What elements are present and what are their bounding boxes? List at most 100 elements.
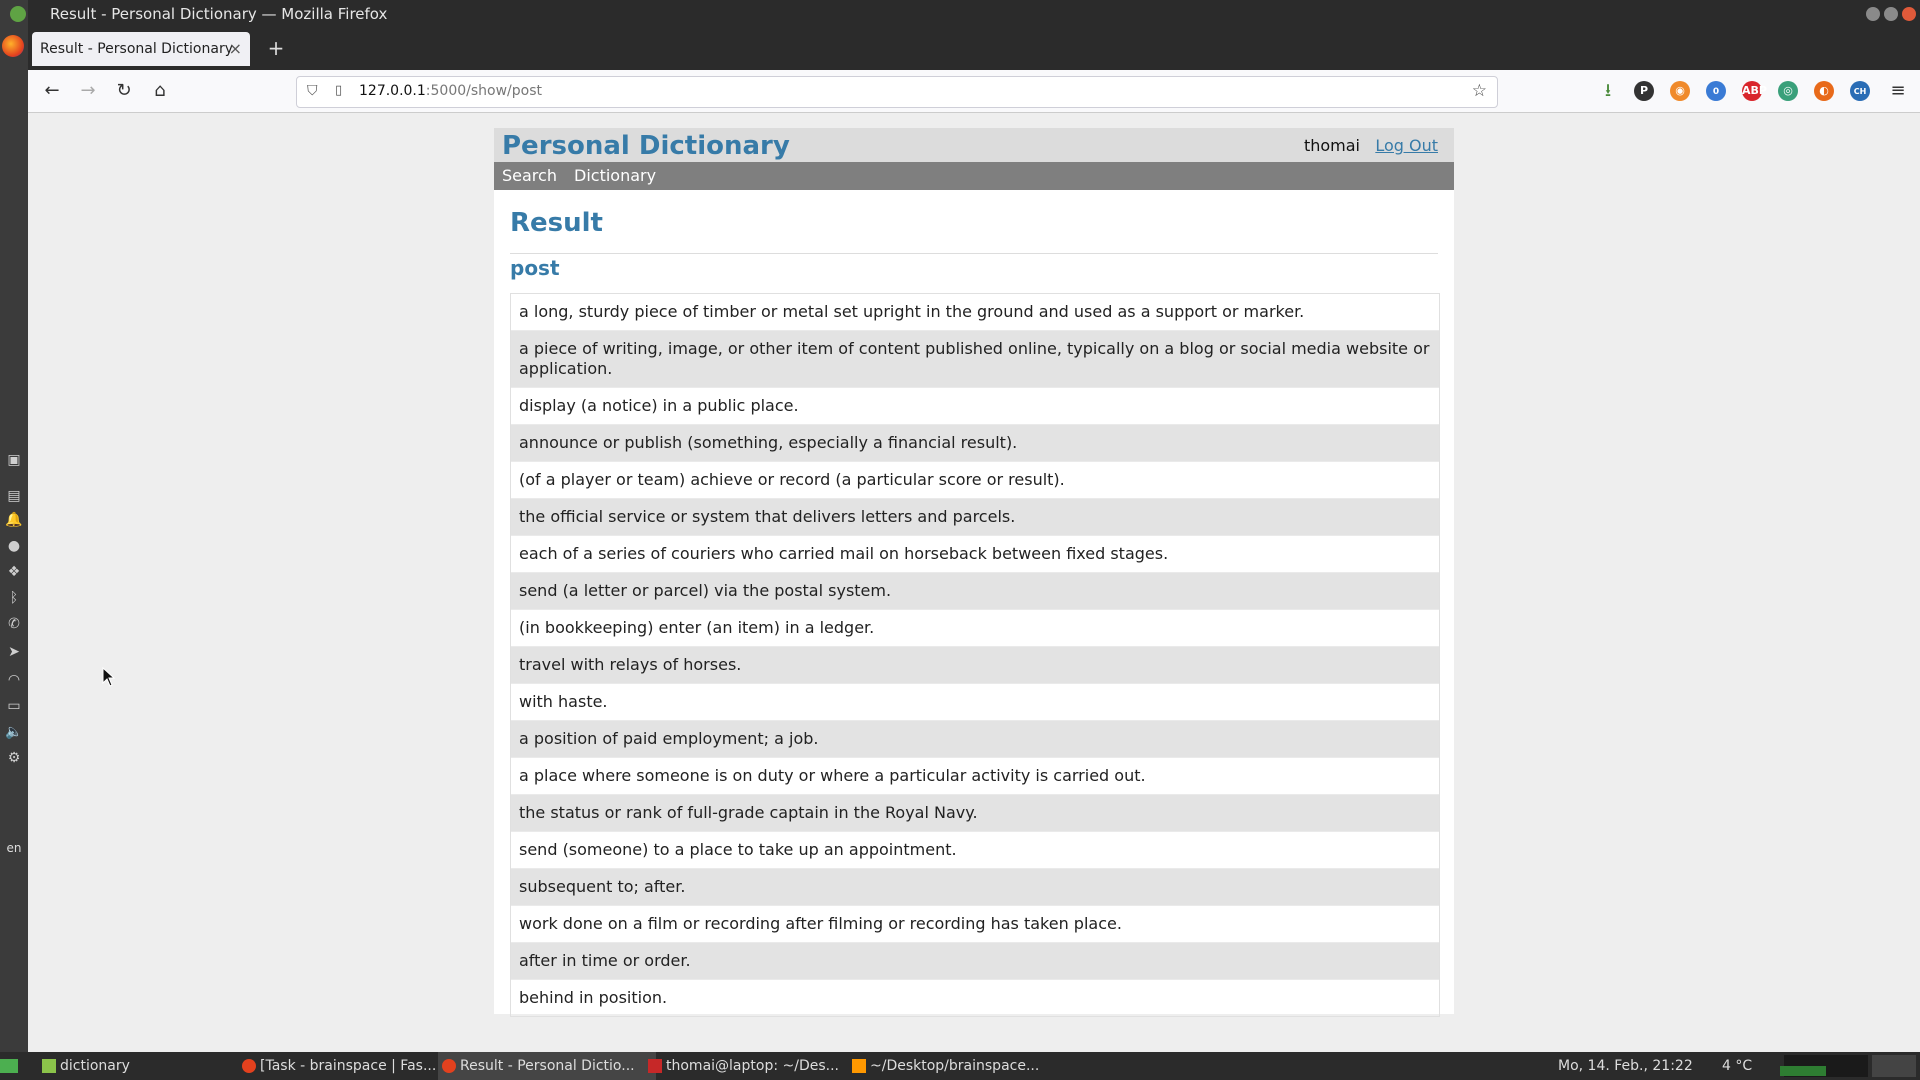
- divider: [510, 253, 1438, 254]
- taskbar-app-terminal[interactable]: thomai@laptop: ~/Des...: [644, 1052, 862, 1080]
- definition-item: send (someone) to a place to take up an …: [511, 832, 1439, 869]
- page-title: Result: [510, 208, 603, 238]
- tab-label: Result - Personal Dictionary: [40, 41, 233, 57]
- sublime-icon: [852, 1059, 866, 1073]
- extension-ch-icon[interactable]: CH: [1850, 81, 1870, 101]
- nav-dictionary-link[interactable]: Dictionary: [574, 166, 656, 185]
- weather[interactable]: 4 °C: [1722, 1052, 1752, 1080]
- forward-icon[interactable]: →: [76, 79, 100, 103]
- app-menu-icon[interactable]: [10, 6, 26, 22]
- mouse-cursor-icon: [102, 667, 116, 687]
- desktop-dock: ▣ ▤ 🔔 ● ❖ ᛒ ✆ ➤ ◠ ▭ 🔈 ⚙ en: [0, 0, 28, 1052]
- system-monitor-icon[interactable]: ▣: [4, 450, 24, 470]
- taskbar-app-label: dictionary: [60, 1058, 130, 1074]
- wifi-icon[interactable]: ◠: [4, 670, 24, 690]
- url-path: :5000/show/post: [425, 83, 542, 99]
- definition-item: with haste.: [511, 684, 1439, 721]
- definition-list: a long, sturdy piece of timber or metal …: [510, 293, 1440, 1017]
- definition-item: a piece of writing, image, or other item…: [511, 331, 1439, 388]
- memory-graph: [1780, 1066, 1826, 1076]
- taskbar-app-label: Result - Personal Dictio...: [460, 1058, 635, 1074]
- home-icon[interactable]: ⌂: [148, 79, 172, 103]
- extension-p-icon[interactable]: P: [1634, 81, 1654, 101]
- page-card: Personal Dictionary thomai Log Out Searc…: [494, 128, 1454, 1017]
- folder-icon: [42, 1059, 56, 1073]
- definition-item: send (a letter or parcel) via the postal…: [511, 573, 1439, 610]
- site-header: Personal Dictionary thomai Log Out: [494, 128, 1454, 162]
- definition-item: the official service or system that deli…: [511, 499, 1439, 536]
- notification-icon[interactable]: 🔔: [4, 510, 24, 530]
- extension-orange-icon[interactable]: ◉: [1670, 81, 1690, 101]
- taskbar-app-dictionary[interactable]: dictionary: [38, 1052, 240, 1080]
- clock[interactable]: Mo, 14. Feb., 21:22: [1558, 1052, 1693, 1080]
- firefox-logo-icon: [2, 35, 24, 57]
- network-graph: [1828, 1055, 1868, 1077]
- close-window-icon[interactable]: [1902, 7, 1916, 21]
- firefox-icon: [242, 1059, 256, 1073]
- username: thomai: [1303, 136, 1360, 155]
- taskbar-app-label: thomai@laptop: ~/Des...: [666, 1058, 839, 1074]
- window-titlebar: Result - Personal Dictionary — Mozilla F…: [10, 0, 1920, 28]
- back-icon[interactable]: ←: [40, 79, 64, 103]
- maximize-icon[interactable]: [1884, 7, 1898, 21]
- definition-item: (in bookkeeping) enter (an item) in a le…: [511, 610, 1439, 647]
- files-icon[interactable]: ▤: [4, 486, 24, 506]
- url-bar[interactable]: ⛉ ▯ 127.0.0.1:5000/show/post ☆: [296, 76, 1498, 108]
- taskbar-app-result-personal-dictionary[interactable]: Result - Personal Dictio...: [438, 1052, 656, 1080]
- definition-item: each of a series of couriers who carried…: [511, 536, 1439, 573]
- volume-icon[interactable]: 🔈: [4, 722, 24, 742]
- taskbar-app-editor[interactable]: ~/Desktop/brainspace...: [848, 1052, 1066, 1080]
- taskbar: dictionary [Task - brainspace | Fas... R…: [0, 1052, 1920, 1080]
- page-info-icon[interactable]: ▯: [335, 83, 342, 98]
- battery-icon[interactable]: ▭: [4, 696, 24, 716]
- site-title[interactable]: Personal Dictionary: [502, 131, 790, 161]
- viber-icon[interactable]: ✆: [4, 614, 24, 634]
- start-menu-icon[interactable]: [0, 1059, 18, 1073]
- adblock-icon[interactable]: ABP: [1742, 81, 1767, 101]
- window-title: Result - Personal Dictionary — Mozilla F…: [50, 5, 388, 23]
- definition-item: (of a player or team) achieve or record …: [511, 462, 1439, 499]
- logout-link[interactable]: Log Out: [1375, 136, 1438, 155]
- tracking-shield-icon[interactable]: ⛉: [307, 83, 318, 99]
- definition-item: a place where someone is on duty or wher…: [511, 758, 1439, 795]
- settings-gear-icon[interactable]: ⚙: [4, 748, 24, 768]
- definition-item: announce or publish (something, especial…: [511, 425, 1439, 462]
- definition-item: behind in position.: [519, 988, 668, 1007]
- site-nav: Search Dictionary: [494, 162, 1454, 190]
- nav-search-link[interactable]: Search: [502, 166, 557, 185]
- extension-ch-label: CH: [1853, 87, 1867, 96]
- tab-result-personal-dictionary[interactable]: Result - Personal Dictionary ×: [32, 32, 250, 66]
- definition-item: the status or rank of full-grade captain…: [511, 795, 1439, 832]
- word-heading: post: [510, 256, 560, 280]
- keyboard-layout-indicator[interactable]: en: [4, 838, 24, 858]
- firefox-tray-icon[interactable]: [1872, 1055, 1916, 1077]
- definition-item: travel with relays of horses.: [511, 647, 1439, 684]
- close-tab-icon[interactable]: ×: [229, 39, 242, 58]
- page-viewport: Personal Dictionary thomai Log Out Searc…: [28, 113, 1920, 1052]
- taskbar-app-label: [Task - brainspace | Fas...: [260, 1058, 437, 1074]
- definition-item: a position of paid employment; a job.: [511, 721, 1439, 758]
- definition-item: work done on a film or recording after f…: [511, 906, 1439, 943]
- extension-badge-count: 0: [1712, 87, 1720, 97]
- taskbar-app-task-brainspace[interactable]: [Task - brainspace | Fas...: [238, 1052, 456, 1080]
- url-text[interactable]: 127.0.0.1:5000/show/post: [359, 83, 542, 99]
- hamburger-menu-icon[interactable]: ≡: [1886, 79, 1910, 103]
- downloads-icon[interactable]: ⭳: [1596, 79, 1620, 103]
- taskbar-app-label: ~/Desktop/brainspace...: [870, 1058, 1040, 1074]
- terminal-icon: [648, 1059, 662, 1073]
- definition-item: after in time or order.: [511, 943, 1439, 980]
- minimize-icon[interactable]: [1866, 7, 1880, 21]
- navigation-toolbar: ← → ↻ ⌂ ⛉ ▯ 127.0.0.1:5000/show/post ☆ ⭳…: [28, 70, 1920, 113]
- bookmark-star-icon[interactable]: ☆: [1472, 81, 1487, 101]
- telegram-icon[interactable]: ➤: [4, 642, 24, 662]
- new-tab-button[interactable]: +: [264, 36, 288, 60]
- duckduckgo-icon[interactable]: ◐: [1814, 81, 1834, 101]
- reload-icon[interactable]: ↻: [112, 79, 136, 103]
- extension-badge-icon[interactable]: 0: [1706, 81, 1726, 101]
- dropbox-icon[interactable]: ❖: [4, 562, 24, 582]
- firefox-dock-icon[interactable]: ●: [4, 536, 24, 556]
- extension-green-icon[interactable]: ◎: [1778, 81, 1798, 101]
- bluetooth-icon[interactable]: ᛒ: [4, 588, 24, 608]
- definition-item: display (a notice) in a public place.: [511, 388, 1439, 425]
- definition-item: a long, sturdy piece of timber or metal …: [511, 294, 1439, 331]
